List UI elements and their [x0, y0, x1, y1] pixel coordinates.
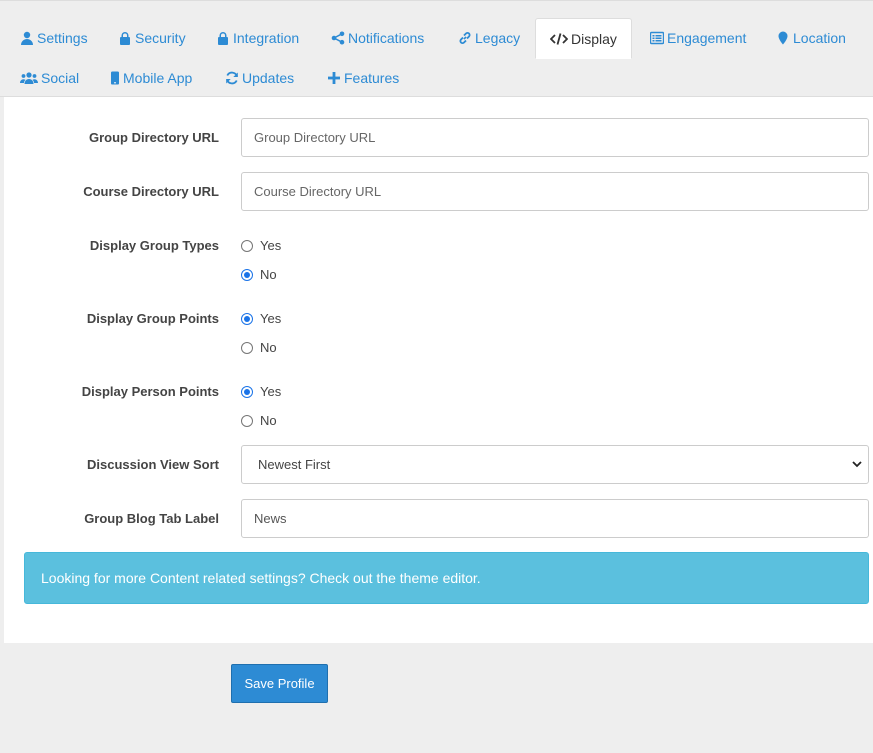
users-icon	[20, 71, 38, 85]
share-icon	[331, 31, 345, 45]
display-group-types-label: Display Group Types	[89, 238, 219, 253]
display-group-types-no-radio[interactable]: No	[241, 267, 277, 282]
radio-circle[interactable]	[241, 239, 253, 252]
tab-label: Settings	[37, 30, 88, 46]
radio-label: Yes	[260, 384, 282, 399]
tab-label: Features	[344, 70, 400, 86]
radio-label: Yes	[260, 238, 282, 253]
tab-label: Engagement	[667, 30, 747, 46]
tab-label: Updates	[242, 70, 295, 86]
radio-label: No	[260, 267, 277, 282]
display-group-points-yes-radio[interactable]: Yes	[241, 311, 281, 326]
tab-updates[interactable]: Updates	[225, 58, 294, 98]
group-directory-url-label: Group Directory URL	[88, 130, 219, 145]
display-person-points-label: Display Person Points	[81, 384, 219, 399]
refresh-icon	[225, 71, 239, 85]
display-group-points-no-radio[interactable]: No	[241, 340, 277, 355]
radio-circle[interactable]	[241, 414, 253, 427]
tab-label: Notifications	[348, 30, 425, 46]
radio-circle[interactable]	[241, 341, 253, 354]
radio-label: No	[260, 340, 277, 355]
discussion-view-sort-select[interactable]: Newest First	[241, 445, 869, 484]
mobile-icon	[110, 71, 120, 85]
tab-features[interactable]: Features	[327, 58, 399, 98]
radio-label: Yes	[260, 311, 282, 326]
tab-social[interactable]: Social	[20, 58, 79, 98]
map-marker-icon	[776, 31, 790, 45]
save-profile-button[interactable]: Save Profile	[231, 664, 328, 703]
display-group-types-yes-radio[interactable]: Yes	[241, 238, 281, 253]
tab-label: Display	[571, 30, 617, 47]
display-group-points-label: Display Group Points	[86, 311, 219, 326]
tab-settings[interactable]: Settings	[20, 18, 88, 58]
code-icon	[550, 32, 568, 46]
tab-notifications[interactable]: Notifications	[331, 18, 424, 58]
course-directory-url-label: Course Directory URL	[83, 184, 219, 199]
display-person-points-no-radio[interactable]: No	[241, 413, 277, 428]
tab-label: Integration	[233, 30, 300, 46]
group-directory-url-input[interactable]	[241, 118, 869, 157]
tab-security[interactable]: Security	[118, 18, 186, 58]
alert-text: Looking for more Content related setting…	[41, 570, 481, 586]
tab-label: Location	[793, 30, 846, 46]
group-blog-tab-label-label: Group Blog Tab Label	[84, 511, 219, 526]
radio-circle[interactable]	[241, 312, 253, 325]
tab-mobile-app[interactable]: Mobile App	[110, 58, 192, 98]
select-value: Newest First	[258, 457, 331, 472]
tab-location[interactable]: Location	[776, 18, 846, 58]
tab-engagement[interactable]: Engagement	[650, 18, 746, 58]
group-blog-tab-label-input[interactable]	[241, 499, 869, 538]
list-icon	[650, 31, 664, 45]
user-icon	[20, 31, 34, 45]
radio-circle[interactable]	[241, 268, 253, 281]
discussion-view-sort-label: Discussion View Sort	[87, 457, 219, 472]
tab-display[interactable]: Display	[535, 18, 632, 59]
link-icon	[458, 31, 472, 45]
tab-bar: Settings Security Integration Notificati…	[0, 0, 873, 97]
tab-label: Mobile App	[123, 70, 193, 86]
display-person-points-yes-radio[interactable]: Yes	[241, 384, 281, 399]
radio-circle[interactable]	[241, 385, 253, 398]
tab-label: Social	[41, 70, 80, 86]
lock-icon	[118, 31, 132, 45]
tab-integration[interactable]: Integration	[216, 18, 299, 58]
chevron-down-icon	[852, 461, 862, 468]
tab-label: Security	[135, 30, 186, 46]
course-directory-url-input[interactable]	[241, 172, 869, 211]
lock-icon	[216, 31, 230, 45]
tab-label: Legacy	[475, 30, 521, 46]
plus-icon	[327, 71, 341, 85]
radio-label: No	[260, 413, 277, 428]
info-alert: Looking for more Content related setting…	[24, 552, 869, 604]
tab-legacy[interactable]: Legacy	[458, 18, 520, 58]
